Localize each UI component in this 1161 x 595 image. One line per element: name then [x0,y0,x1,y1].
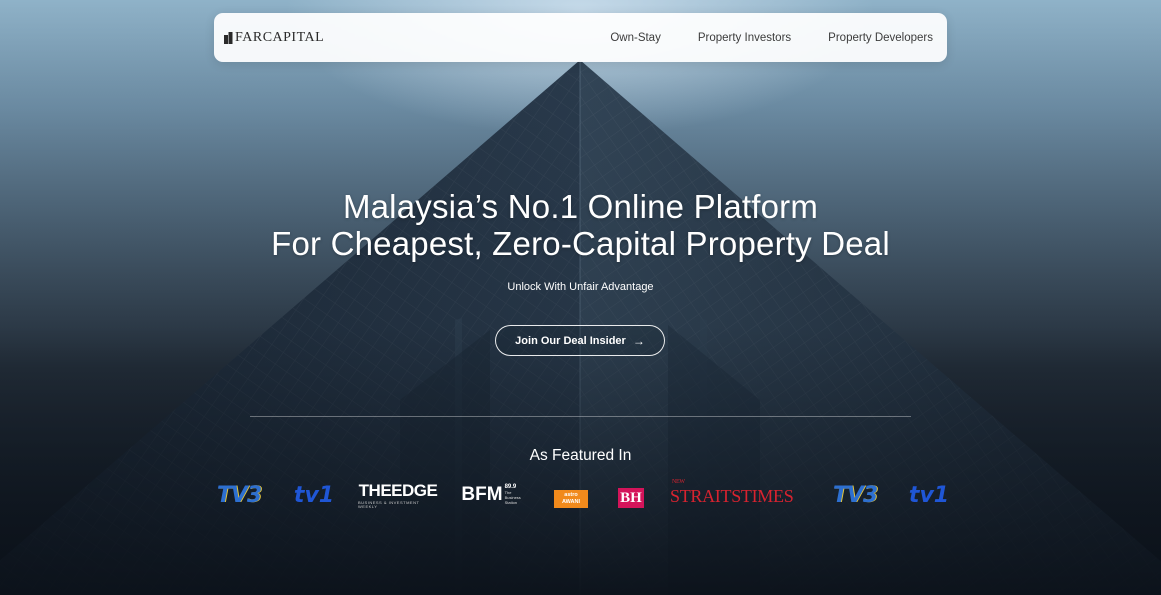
hero-headline: Malaysia’s No.1 Online Platform For Chea… [0,188,1161,262]
tv1-logo: tv1 [294,478,334,512]
astro-awani-badge: astro AWANI [554,490,588,508]
cta-label: Join Our Deal Insider [515,334,626,347]
tv1-logo-repeat-text: tv1 [908,482,950,508]
nav-link-property-developers[interactable]: Property Developers [828,32,933,44]
bfm-logo-text: BFM [461,484,503,505]
astro-awani-logo: astro AWANI [553,478,589,512]
featured-logos-row: TV3 tv1 THEEDGE BUSINESS & INVESTMENT WE… [0,478,1161,512]
nav-link-own-stay[interactable]: Own-Stay [610,32,661,44]
nst-logo-text: NEW STRAITSTIMES [670,479,794,507]
nst-main-text: STRAITSTIMES [670,486,794,506]
bh-logo-text: BH [618,488,644,508]
tv3-logo-repeat: TV3 [830,478,880,512]
tv3-logo: TV3 [214,478,264,512]
section-divider [250,416,911,417]
headline-line-1: Malaysia’s No.1 Online Platform [342,188,819,225]
join-deal-insider-button[interactable]: Join Our Deal Insider → [495,325,665,356]
the-edge-tagline: BUSINESS & INVESTMENT WEEKLY [358,499,420,509]
tv3-logo-text: TV3 [216,482,262,508]
headline-line-2: For Cheapest, Zero-Capital Property Deal [271,225,890,262]
nav-link-property-investors[interactable]: Property Investors [698,32,791,44]
top-navbar: FARCAPITAL Own-Stay Property Investors P… [214,13,947,62]
tv1-logo-repeat: tv1 [909,478,949,512]
nav-links: Own-Stay Property Investors Property Dev… [573,13,933,62]
featured-in-title: As Featured In [529,447,632,464]
bfm-tagline: The Business Station [504,490,521,505]
the-edge-logo: THEEDGE BUSINESS & INVESTMENT WEEKLY [358,478,438,512]
bfm-logo: BFM 89.9 The Business Station [461,478,527,512]
brand-logo[interactable]: FARCAPITAL [224,29,324,47]
bfm-meta: 89.9 The Business Station [504,484,527,505]
berita-harian-logo: BH [617,478,645,512]
new-straits-times-logo: NEW STRAITSTIMES [670,478,804,512]
astro-awani-text: astro AWANI [561,492,581,505]
brand-name: FARCAPITAL [235,30,325,45]
tv1-logo-text: tv1 [293,482,335,508]
hero-subheadline: Unlock With Unfair Advantage [507,281,654,293]
tv3-logo-repeat-text: TV3 [832,482,878,508]
building-logo-icon [224,32,233,44]
the-edge-logo-text: THEEDGE [358,480,438,500]
nst-new-prefix: NEW [672,479,685,485]
arrow-right-icon: → [632,333,645,348]
